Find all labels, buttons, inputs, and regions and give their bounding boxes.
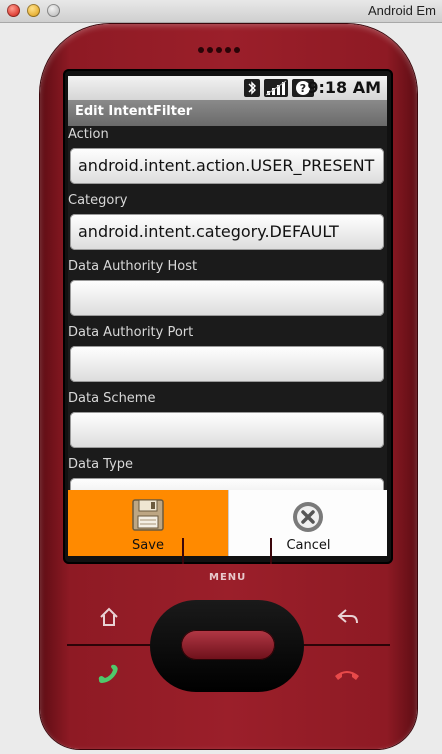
svg-text:?: ? <box>300 82 306 95</box>
save-label: Save <box>132 538 164 553</box>
back-icon[interactable] <box>336 606 358 626</box>
action-label: Action <box>68 127 109 142</box>
menu-divider-left <box>182 538 184 564</box>
divider-right <box>302 644 390 646</box>
data-type-label: Data Type <box>68 457 134 472</box>
data-scheme-field[interactable] <box>70 412 384 448</box>
signal-icon <box>264 79 288 97</box>
zoom-window-button[interactable] <box>47 4 60 17</box>
action-field[interactable]: android.intent.action.USER_PRESENT <box>70 148 384 184</box>
trackball[interactable] <box>181 630 275 660</box>
status-bar: ? 9:18 AM <box>68 76 387 100</box>
data-scheme-label: Data Scheme <box>68 391 156 406</box>
data-authority-port-label: Data Authority Port <box>68 325 194 340</box>
category-field[interactable]: android.intent.category.DEFAULT <box>70 214 384 250</box>
menu-divider-right <box>270 538 272 564</box>
close-window-button[interactable] <box>7 4 20 17</box>
category-label: Category <box>68 193 128 208</box>
divider-left <box>67 644 152 646</box>
button-bar: Save Cancel <box>68 490 387 556</box>
category-value: android.intent.category.DEFAULT <box>78 222 339 241</box>
window-title: Android Em <box>368 3 436 18</box>
bluetooth-icon <box>244 79 260 97</box>
title-bar: Edit IntentFilter <box>68 100 387 126</box>
cancel-icon <box>291 500 325 538</box>
window-titlebar: Android Em <box>0 0 442 23</box>
data-authority-port-field[interactable] <box>70 346 384 382</box>
cancel-label: Cancel <box>286 538 331 553</box>
page-title: Edit IntentFilter <box>75 104 193 119</box>
device-screen: ? 9:18 AM Edit IntentFilter Action andro… <box>68 76 387 556</box>
data-authority-host-field[interactable] <box>70 280 384 316</box>
minimize-window-button[interactable] <box>27 4 40 17</box>
end-call-icon[interactable] <box>333 664 359 684</box>
save-icon <box>131 498 165 536</box>
clock: 9:18 AM <box>307 78 381 97</box>
data-authority-host-label: Data Authority Host <box>68 259 198 274</box>
cancel-button[interactable]: Cancel <box>228 490 387 556</box>
save-button[interactable]: Save <box>68 490 228 556</box>
action-value: android.intent.action.USER_PRESENT <box>78 156 375 175</box>
home-icon[interactable] <box>98 606 118 626</box>
menu-button[interactable]: MENU <box>209 572 246 583</box>
speaker-grille <box>196 38 241 57</box>
call-icon[interactable] <box>95 664 119 684</box>
